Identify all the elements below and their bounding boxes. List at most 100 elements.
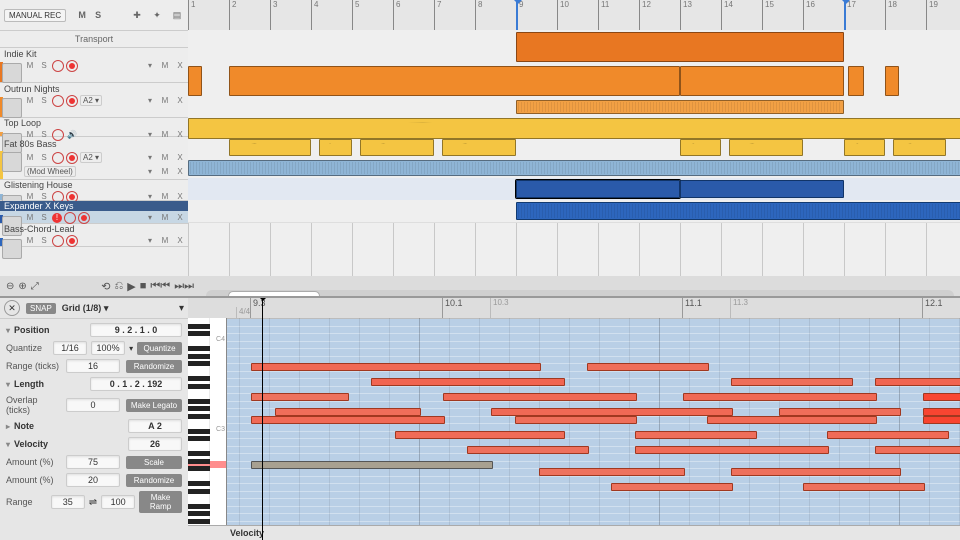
zoom-button[interactable]: ⤢: [31, 281, 39, 292]
track-rec-button[interactable]: [52, 95, 64, 107]
add-icon[interactable]: ✚: [130, 8, 144, 22]
midi-note[interactable]: [731, 468, 901, 476]
track-rec2-button[interactable]: [66, 60, 78, 72]
midi-note[interactable]: [275, 408, 421, 416]
track-mute2-button[interactable]: M: [159, 235, 171, 247]
randomize-vel-button[interactable]: Randomize: [126, 474, 182, 487]
arranger-lane[interactable]: [188, 200, 960, 223]
piano-key-black[interactable]: [188, 354, 210, 359]
track[interactable]: Expander X KeysMS!▾MX: [0, 201, 188, 224]
arranger-lane[interactable]: [188, 98, 960, 117]
make-legato-button[interactable]: Make Legato: [126, 399, 182, 412]
piano-key-black[interactable]: [188, 436, 210, 441]
midi-note[interactable]: [635, 446, 829, 454]
tab-transport[interactable]: Transport: [75, 34, 113, 44]
ruler-bar[interactable]: 8: [475, 0, 482, 30]
ruler-bar[interactable]: 1: [188, 0, 195, 30]
locator[interactable]: [516, 0, 518, 30]
track-rec-button[interactable]: [64, 212, 76, 224]
track-rec-button[interactable]: [52, 152, 64, 164]
midi-note[interactable]: [875, 446, 960, 454]
ruler-bar[interactable]: 4: [311, 0, 318, 30]
midi-note[interactable]: [491, 408, 733, 416]
editor-ruler-mark[interactable]: 12.1: [922, 298, 943, 318]
quantize-button[interactable]: Quantize: [137, 342, 182, 355]
midi-note[interactable]: [539, 468, 685, 476]
midi-note[interactable]: [923, 408, 960, 416]
midi-note[interactable]: [611, 483, 733, 491]
clip[interactable]: [729, 139, 803, 156]
track-mute2-button[interactable]: M: [159, 95, 171, 107]
track-mute-button[interactable]: M: [24, 212, 36, 224]
track-solo-button[interactable]: S: [38, 95, 50, 107]
ruler-bar[interactable]: 2: [229, 0, 236, 30]
track-mute-button[interactable]: M: [24, 235, 36, 247]
ruler-bar[interactable]: 10: [557, 0, 569, 30]
ruler-bar[interactable]: 14: [721, 0, 733, 30]
track[interactable]: Top LoopMS🔊▾MX: [0, 118, 188, 137]
clip[interactable]: [844, 139, 885, 156]
track-mute2-button[interactable]: M: [159, 60, 171, 72]
clip[interactable]: [516, 202, 960, 220]
piano-key-black[interactable]: [188, 384, 210, 389]
zoom-button[interactable]: ⊕: [18, 281, 26, 292]
piano-key-black[interactable]: [188, 406, 210, 411]
track-rec2-button[interactable]: [66, 95, 78, 107]
grid-dropdown[interactable]: Grid (1/8) ▾: [62, 303, 109, 314]
quantize-amount-field[interactable]: 100%: [91, 341, 125, 355]
midi-note[interactable]: [923, 416, 960, 424]
ruler-bar[interactable]: 18: [885, 0, 897, 30]
midi-note[interactable]: [467, 446, 589, 454]
midi-note[interactable]: [251, 461, 493, 469]
track-output-dropdown[interactable]: A2 ▾: [80, 152, 102, 163]
midi-note[interactable]: [923, 393, 960, 401]
track-x-button[interactable]: X: [174, 95, 186, 107]
track-solo-button[interactable]: S: [38, 212, 50, 224]
clip[interactable]: [680, 180, 844, 198]
ruler-bar[interactable]: 16: [803, 0, 815, 30]
vel-range-lo-field[interactable]: 35: [51, 495, 85, 509]
transport-button[interactable]: ■: [140, 280, 147, 293]
clip[interactable]: [516, 100, 844, 114]
track[interactable]: Glistening HouseMS▾MX: [0, 180, 188, 201]
ruler-bar[interactable]: 7: [434, 0, 441, 30]
track[interactable]: Outrun NightsMSA2 ▾▾MX: [0, 83, 188, 118]
track[interactable]: Fat 80s BassMSA2 ▾▾MX(Mod Wheel)▾MX: [0, 137, 188, 180]
manual-rec-button[interactable]: MANUAL REC: [4, 9, 66, 22]
position-field[interactable]: 9 . 2 . 1 . 0: [90, 323, 182, 337]
ruler-bar[interactable]: 3: [270, 0, 277, 30]
midi-note[interactable]: [251, 393, 349, 401]
wand-icon[interactable]: ✦: [150, 8, 164, 22]
transport-button[interactable]: ▶: [127, 280, 135, 293]
clip[interactable]: [442, 139, 516, 156]
track-rec-button[interactable]: [52, 60, 64, 72]
midi-note[interactable]: [635, 431, 757, 439]
midi-note[interactable]: [443, 393, 637, 401]
snap-button[interactable]: SNAP: [26, 303, 56, 314]
piano-key-black[interactable]: [188, 429, 210, 434]
arranger-lane[interactable]: [188, 30, 960, 65]
track-mute-button[interactable]: M: [24, 152, 36, 164]
track-rec2-button[interactable]: [78, 212, 90, 224]
range-field[interactable]: 16: [66, 359, 120, 373]
track-x-button[interactable]: X: [174, 152, 186, 164]
clip[interactable]: [360, 139, 434, 156]
ruler-bar[interactable]: 12: [639, 0, 651, 30]
midi-note[interactable]: [827, 431, 949, 439]
global-solo-button[interactable]: S: [92, 10, 104, 20]
velocity-lane-label[interactable]: Velocity: [230, 528, 264, 538]
quantize-grid-field[interactable]: 1/16: [53, 341, 87, 355]
vel-amount2-field[interactable]: 20: [66, 473, 120, 487]
transport-button[interactable]: ⟲: [101, 280, 110, 293]
track-mute2-button[interactable]: M: [159, 152, 171, 164]
track-mute2-button[interactable]: M: [159, 212, 171, 224]
clip[interactable]: [516, 32, 844, 62]
midi-note[interactable]: [395, 431, 565, 439]
note-field[interactable]: A 2: [128, 419, 182, 433]
arranger-lane[interactable]: [188, 116, 960, 159]
ruler-bar[interactable]: 5: [352, 0, 359, 30]
menu-icon[interactable]: ▤: [170, 8, 184, 22]
close-icon[interactable]: ✕: [4, 300, 20, 316]
clip[interactable]: [680, 66, 844, 96]
vel-range-hi-field[interactable]: 100: [101, 495, 135, 509]
